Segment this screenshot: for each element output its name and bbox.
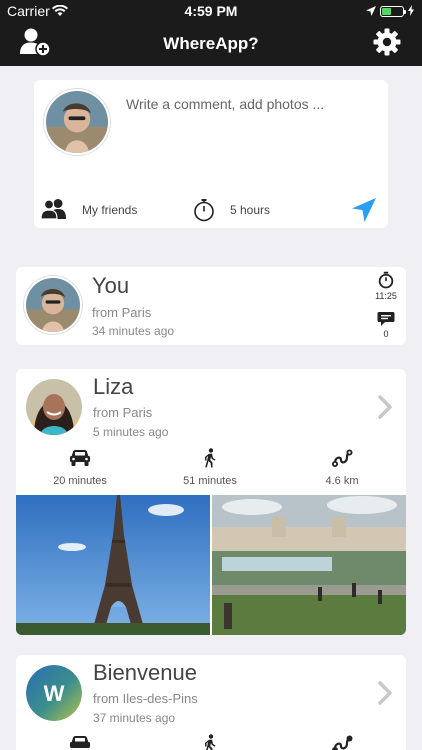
car-icon (69, 735, 91, 750)
car-time: 20 minutes (53, 475, 107, 487)
status-bar: Carrier 4:59 PM (0, 0, 422, 22)
route-icon (331, 734, 353, 750)
stopwatch-icon (377, 271, 395, 291)
entry-time-ago: 34 minutes ago (92, 324, 175, 338)
entry-location: from Paris (92, 305, 152, 320)
walk-icon (202, 447, 218, 471)
comments-stat[interactable]: 0 (372, 311, 400, 339)
location-services-icon (366, 3, 376, 19)
send-location-button[interactable] (350, 196, 378, 227)
photo-trocadero[interactable] (212, 495, 406, 635)
avatar (26, 379, 82, 435)
route-distance[interactable] (282, 735, 402, 750)
chevron-right-icon[interactable] (378, 681, 392, 710)
timer-value: 11:25 (375, 291, 397, 301)
car-travel-time[interactable] (20, 735, 140, 750)
entry-time-ago: 5 minutes ago (93, 425, 169, 439)
route-icon (331, 448, 353, 471)
own-status-card[interactable]: You from Paris 34 minutes ago 11:25 0 (16, 267, 406, 345)
avatar-letter: W (44, 681, 65, 706)
my-friends-label[interactable]: My friends (82, 203, 137, 217)
entry-location: from Paris (93, 405, 153, 420)
travel-modes: 20 minutes 51 minutes 4.6 km (16, 447, 406, 493)
walk-time: 51 minutes (183, 475, 237, 487)
app-header: Carrier 4:59 PM WhereApp? (0, 0, 422, 66)
walk-icon (202, 733, 218, 750)
car-icon (69, 449, 91, 470)
clock: 4:59 PM (184, 3, 238, 19)
duration-value[interactable]: 5 hours (230, 203, 270, 217)
entry-location: from Iles-des-Pins (93, 691, 198, 706)
friend-card-liza[interactable]: Liza from Paris 5 minutes ago 20 minutes (16, 369, 406, 635)
comment-icon (377, 312, 395, 329)
settings-button[interactable] (370, 28, 404, 60)
entry-name: You (92, 273, 130, 298)
route-distance[interactable]: 4.6 km (282, 449, 402, 487)
entry-time-ago: 37 minutes ago (93, 711, 176, 725)
distance: 4.6 km (325, 475, 359, 487)
walk-travel-time[interactable] (150, 733, 270, 750)
avatar (44, 89, 110, 155)
stopwatch-icon[interactable] (192, 198, 216, 225)
comment-input[interactable]: Write a comment, add photos ... (126, 96, 324, 112)
travel-modes (16, 733, 406, 750)
compose-card: Write a comment, add photos ... My frien… (34, 80, 388, 228)
walk-travel-time[interactable]: 51 minutes (150, 447, 270, 487)
avatar: W (26, 665, 82, 721)
gear-icon (373, 28, 401, 61)
comments-count: 0 (383, 329, 389, 339)
battery-icon (380, 5, 406, 17)
charging-icon (408, 3, 414, 19)
chevron-right-icon[interactable] (378, 395, 392, 424)
photo-eiffel-tower[interactable] (16, 495, 210, 635)
entry-name: Liza (93, 374, 134, 399)
car-travel-time[interactable]: 20 minutes (20, 449, 140, 487)
navigation-bar: WhereApp? (0, 22, 422, 66)
timer-stat[interactable]: 11:25 (372, 271, 400, 301)
entry-name: Bienvenue (93, 660, 197, 685)
page-title: WhereApp? (163, 34, 259, 53)
photo-gallery (16, 495, 406, 635)
friend-card-bienvenue[interactable]: W Bienvenue from Iles-des-Pins 37 minute… (16, 655, 406, 750)
friends-icon[interactable] (40, 198, 68, 223)
avatar (24, 276, 82, 334)
